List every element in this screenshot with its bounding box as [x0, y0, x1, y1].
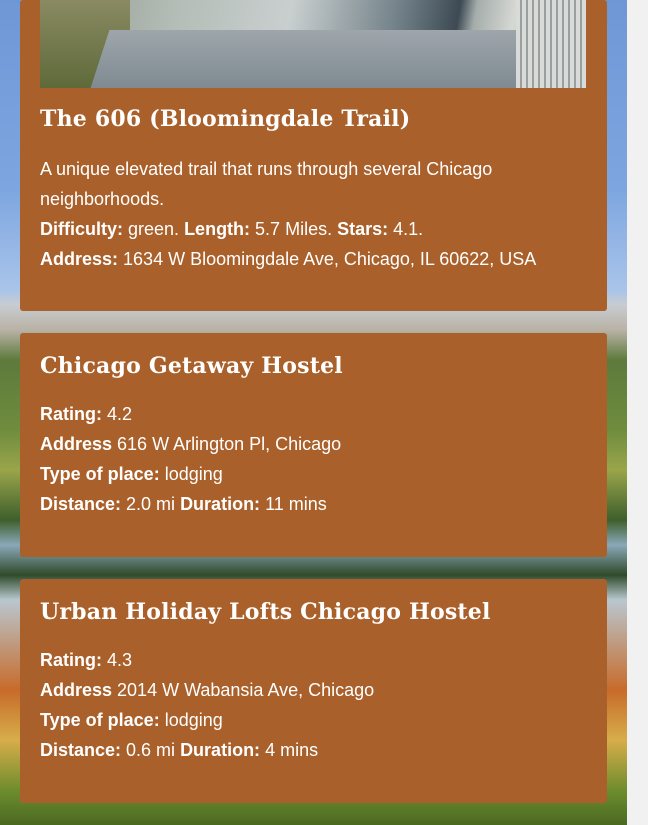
hostel-card: Chicago Getaway Hostel Rating: 4.2 Addre… [20, 333, 607, 557]
type-value: lodging [159, 464, 223, 484]
type-value: lodging [159, 710, 223, 730]
distance-label: Distance: [40, 494, 122, 514]
hostel-name: Urban Holiday Lofts Chicago Hostel [40, 599, 491, 625]
address-label: Address [40, 434, 113, 454]
difficulty-value: green. [123, 219, 180, 239]
hostel-card: Urban Holiday Lofts Chicago Hostel Ratin… [20, 579, 607, 803]
address-value: 1634 W Bloomingdale Ave, Chicago, IL 606… [118, 249, 537, 269]
trail-photo [40, 0, 586, 88]
duration-label: Duration: [180, 494, 261, 514]
trail-address: Address: 1634 W Bloomingdale Ave, Chicag… [40, 244, 580, 274]
type-label: Type of place: [40, 464, 160, 484]
address-label: Address [40, 680, 113, 700]
hostel-rating: Rating: 4.3 [40, 645, 580, 675]
hostel-rating: Rating: 4.2 [40, 399, 580, 429]
trail-details: A unique elevated trail that runs throug… [40, 154, 580, 274]
scrollbar[interactable] [627, 0, 648, 825]
trail-title: The 606 (Bloomingdale Trail) [40, 106, 411, 132]
address-value: 2014 W Wabansia Ave, Chicago [112, 680, 375, 700]
trail-stats: Difficulty: green. Length: 5.7 Miles. St… [40, 214, 580, 244]
hostel-details: Rating: 4.3 Address 2014 W Wabansia Ave,… [40, 645, 580, 765]
hostel-address: Address 616 W Arlington Pl, Chicago [40, 429, 580, 459]
distance-value: 2.0 mi [121, 494, 181, 514]
hostel-distance: Distance: 0.6 mi Duration: 4 mins [40, 735, 580, 765]
rating-label: Rating: [40, 404, 102, 424]
length-value: 5.7 Miles. [250, 219, 333, 239]
address-value: 616 W Arlington Pl, Chicago [112, 434, 342, 454]
duration-value: 11 mins [260, 494, 327, 514]
hostel-details: Rating: 4.2 Address 616 W Arlington Pl, … [40, 399, 580, 519]
hostel-type: Type of place: lodging [40, 705, 580, 735]
duration-label: Duration: [180, 740, 261, 760]
trail-description: A unique elevated trail that runs throug… [40, 159, 493, 209]
distance-label: Distance: [40, 740, 122, 760]
stars-value: 4.1. [388, 219, 424, 239]
stars-label: Stars: [337, 219, 389, 239]
duration-value: 4 mins [260, 740, 319, 760]
rating-value: 4.2 [102, 404, 133, 424]
distance-value: 0.6 mi [121, 740, 181, 760]
hostel-type: Type of place: lodging [40, 459, 580, 489]
trail-card: The 606 (Bloomingdale Trail) A unique el… [20, 0, 607, 311]
rating-label: Rating: [40, 650, 102, 670]
hostel-address: Address 2014 W Wabansia Ave, Chicago [40, 675, 580, 705]
hostel-distance: Distance: 2.0 mi Duration: 11 mins [40, 489, 580, 519]
difficulty-label: Difficulty: [40, 219, 123, 239]
address-label: Address: [40, 249, 119, 269]
length-label: Length: [184, 219, 251, 239]
hostel-name: Chicago Getaway Hostel [40, 353, 343, 379]
rating-value: 4.3 [102, 650, 133, 670]
type-label: Type of place: [40, 710, 160, 730]
